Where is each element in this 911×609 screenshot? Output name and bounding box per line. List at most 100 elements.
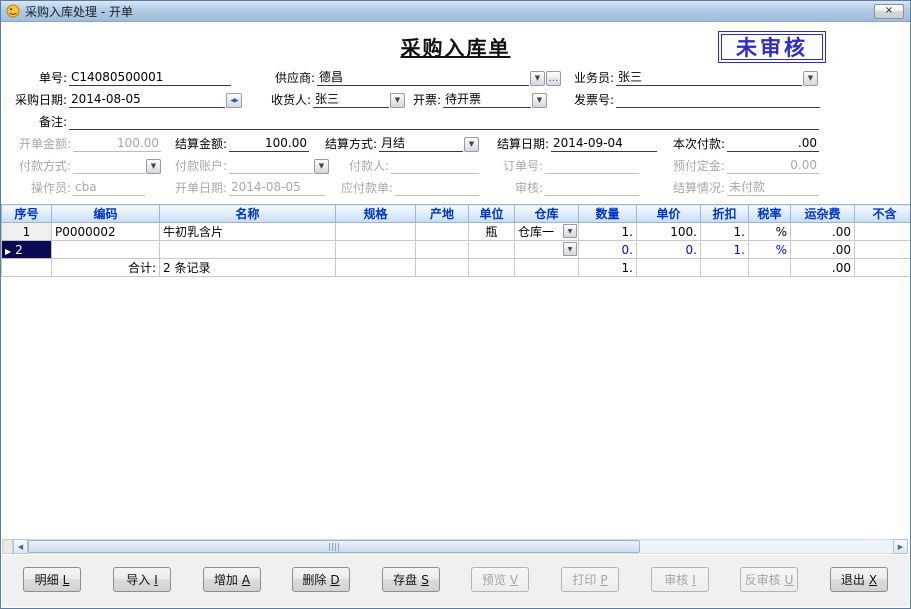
row2-warehouse-cell[interactable]: ▼ — [514, 240, 579, 259]
row2-warehouse-dropdown-icon[interactable]: ▼ — [563, 242, 577, 256]
settle-amount-field: 结算金额: 100.00 — [165, 135, 309, 152]
row1-unit-cell[interactable]: 瓶 — [468, 222, 515, 241]
grid-header-row: 序号 编码 名称 规格 产地 单位 仓库 数量 单价 折扣 税率 运杂费 不含 — [1, 204, 910, 223]
receiver-field: 收货人: 张三 ▼ — [267, 91, 405, 108]
grid-total-row: 合计: 2 条记录 1. .00 — [1, 258, 910, 277]
scrollbar-thumb[interactable] — [28, 540, 640, 553]
add-button[interactable]: 增加 A — [203, 567, 261, 592]
payable-bill-field: 应付款单: — [335, 179, 479, 196]
salesman-input[interactable]: 张三 — [616, 70, 802, 86]
row2-unit-cell[interactable] — [468, 240, 515, 259]
row1-spec-cell[interactable] — [335, 222, 416, 241]
order-no-input[interactable]: C14080500001 — [69, 70, 231, 86]
audit-button: 审核 I — [651, 567, 709, 592]
row2-name-cell[interactable] — [159, 240, 336, 259]
settle-status-field: 结算情况: 未付款 — [663, 179, 819, 196]
horizontal-scrollbar[interactable]: ◀ ▶ — [13, 539, 908, 554]
payer-label: 付款人: — [348, 159, 389, 173]
purchase-date-spinner-icon[interactable]: ◀▶ — [226, 93, 242, 108]
exit-button[interactable]: 退出 X — [830, 567, 888, 592]
row2-spec-cell[interactable] — [335, 240, 416, 259]
invoice-no-input[interactable] — [616, 92, 820, 108]
settle-date-input[interactable]: 2014-09-04 — [551, 136, 657, 152]
invoice-no-label: 发票号: — [573, 93, 614, 107]
operator-value: cba — [73, 180, 145, 196]
settle-amount-input[interactable]: 100.00 — [229, 136, 309, 152]
row1-origin-cell[interactable] — [415, 222, 469, 241]
col-header-warehouse: 仓库 — [514, 204, 579, 223]
settle-status-value: 未付款 — [727, 180, 819, 196]
order-no-label: 单号: — [38, 71, 67, 85]
payer-value — [391, 158, 479, 174]
row2-code-cell[interactable] — [51, 240, 160, 259]
deposit-label: 预付定金: — [672, 159, 725, 173]
total-indicator — [1, 258, 52, 277]
row1-notax-cell[interactable] — [854, 222, 910, 241]
row2-qty-cell[interactable]: 0. — [578, 240, 637, 259]
row2-freight-cell[interactable]: .00 — [790, 240, 855, 259]
row2-tax-cell[interactable]: % — [748, 240, 791, 259]
salesman-label: 业务员: — [573, 71, 614, 85]
order-amount-field: 开单金额: 100.00 — [9, 135, 161, 152]
deposit-field: 预付定金: 0.00 — [663, 157, 819, 174]
supplier-dropdown-icon[interactable]: ▼ — [530, 71, 545, 86]
invoice-status-input[interactable]: 待开票 — [443, 92, 531, 108]
pay-method-dropdown-icon: ▼ — [146, 159, 161, 174]
row2-seq: 2 — [15, 242, 23, 257]
settle-method-field: 结算方式: 月结 ▼ — [315, 135, 479, 152]
close-button[interactable]: × — [874, 4, 904, 19]
audit-field: 审核: — [505, 179, 639, 196]
row1-warehouse-value: 仓库一 — [518, 225, 555, 239]
delete-button[interactable]: 删除 D — [292, 567, 350, 592]
row2-origin-cell[interactable] — [415, 240, 469, 259]
titlebar: 采购入库处理 - 开单 × — [1, 1, 910, 22]
receiver-input[interactable]: 张三 — [313, 92, 389, 108]
row1-discount-cell[interactable]: 1. — [700, 222, 749, 241]
row1-warehouse-dropdown-icon[interactable]: ▼ — [563, 224, 577, 238]
pay-account-field: 付款账户: ▼ — [165, 157, 329, 174]
row1-freight-cell[interactable]: .00 — [790, 222, 855, 241]
save-button[interactable]: 存盘 S — [382, 567, 440, 592]
row1-qty-cell[interactable]: 1. — [578, 222, 637, 241]
row2-price-cell[interactable]: 0. — [636, 240, 701, 259]
row1-tax-cell[interactable]: % — [748, 222, 791, 241]
row2-notax-cell[interactable] — [854, 240, 910, 259]
detail-button[interactable]: 明细 L — [23, 567, 81, 592]
scroll-right-button[interactable]: ▶ — [893, 539, 908, 554]
operator-field: 操作员: cba — [19, 179, 145, 196]
receiver-dropdown-icon[interactable]: ▼ — [390, 93, 405, 108]
settle-method-input[interactable]: 月结 — [379, 136, 463, 152]
row1-warehouse-cell[interactable]: 仓库一 ▼ — [514, 222, 579, 241]
row2-discount-cell[interactable]: 1. — [700, 240, 749, 259]
payment-now-input[interactable]: .00 — [727, 136, 819, 152]
row1-code-cell[interactable]: P0000002 — [51, 222, 160, 241]
audit-label: 审核: — [514, 181, 543, 195]
row1-indicator: 1 — [1, 222, 52, 241]
invoice-status-dropdown-icon[interactable]: ▼ — [532, 93, 547, 108]
operator-label: 操作员: — [30, 181, 71, 195]
unaudit-button: 反审核 U — [740, 567, 798, 592]
po-no-value — [545, 158, 639, 174]
scroll-left-button[interactable]: ◀ — [13, 539, 28, 554]
settle-method-dropdown-icon[interactable]: ▼ — [464, 137, 479, 152]
supplier-input[interactable]: 德昌 — [317, 70, 529, 86]
col-header-price: 单价 — [636, 204, 701, 223]
invoice-status-label: 开票: — [412, 93, 441, 107]
salesman-dropdown-icon[interactable]: ▼ — [803, 71, 818, 86]
salesman-field: 业务员: 张三 ▼ — [564, 69, 818, 86]
col-header-unit: 单位 — [468, 204, 515, 223]
import-button[interactable]: 导入 I — [113, 567, 171, 592]
row1-name-cell[interactable]: 牛初乳含片 — [159, 222, 336, 241]
payable-bill-value — [395, 180, 479, 196]
po-no-field: 订单号: — [493, 157, 639, 174]
order-amount-label: 开单金额: — [18, 137, 71, 151]
row1-price-cell[interactable]: 100. — [636, 222, 701, 241]
supplier-browse-button[interactable]: … — [546, 71, 561, 86]
payable-bill-label: 应付款单: — [340, 181, 393, 195]
col-header-name: 名称 — [159, 204, 336, 223]
remark-input[interactable] — [69, 114, 819, 130]
supplier-field: 供应商: 德昌 ▼ … — [265, 69, 561, 86]
scrollbar-track[interactable] — [28, 539, 893, 554]
purchase-date-input[interactable]: 2014-08-05 — [69, 92, 225, 108]
preview-button: 预览 V — [471, 567, 529, 592]
